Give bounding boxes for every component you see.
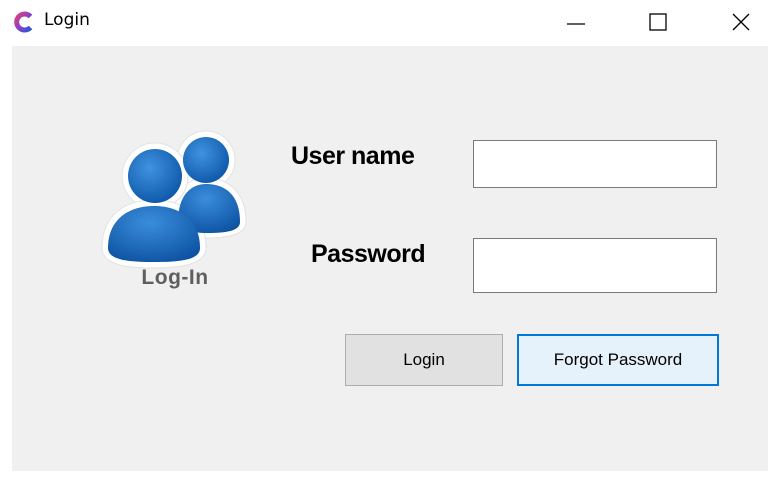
logo-caption: Log-In bbox=[141, 266, 209, 289]
title-bar: Login bbox=[0, 0, 776, 44]
form-panel: Log-In User name Password Login Forgot P… bbox=[12, 46, 768, 471]
minimize-icon bbox=[567, 23, 585, 25]
app-icon bbox=[14, 11, 36, 33]
password-input[interactable] bbox=[473, 238, 717, 293]
maximize-icon bbox=[649, 13, 667, 31]
close-button[interactable] bbox=[712, 0, 770, 44]
maximize-button[interactable] bbox=[629, 0, 687, 44]
forgot-password-button[interactable]: Forgot Password bbox=[517, 334, 719, 386]
close-icon bbox=[732, 13, 750, 31]
window-title: Login bbox=[44, 10, 90, 30]
login-window: Login Log-In User name Password Login Fo… bbox=[0, 0, 776, 481]
password-label: Password bbox=[311, 240, 426, 268]
login-button[interactable]: Login bbox=[345, 334, 503, 386]
username-label: User name bbox=[291, 142, 415, 170]
username-input[interactable] bbox=[473, 140, 717, 188]
minimize-button[interactable] bbox=[547, 0, 605, 44]
